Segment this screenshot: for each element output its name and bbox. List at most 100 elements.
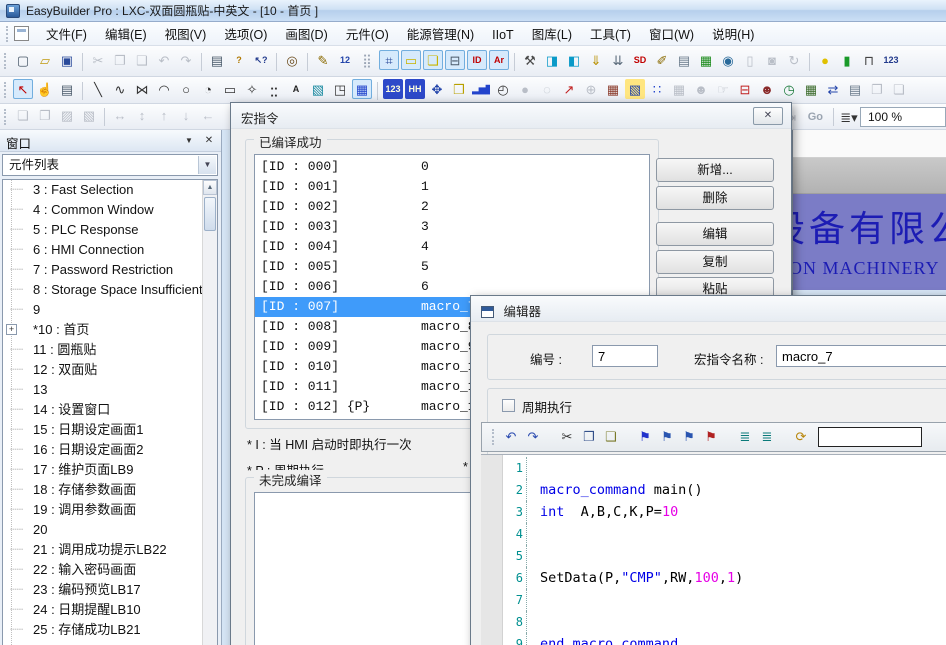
tree-item[interactable]: ┄┄7 : Password Restriction [3, 260, 217, 280]
csv-icon[interactable]: ▤ [674, 50, 694, 70]
chevron-down-icon[interactable]: ▼ [198, 156, 216, 174]
macro-list-row[interactable]: [ID : 004]4 [255, 237, 649, 257]
tree-item[interactable]: ┄┄16 : 日期设定画面2 [3, 440, 217, 460]
tree-item[interactable]: ┄┄15 : 日期设定画面1 [3, 420, 217, 440]
switch-icon[interactable]: ⊓ [859, 50, 879, 70]
find-icon[interactable]: ◎ [282, 50, 302, 70]
tree-item[interactable]: ┄┄19 : 调用参数画面 [3, 500, 217, 520]
menu-item[interactable]: 画图(D) [276, 25, 336, 45]
tree-item[interactable]: ┄┄3 : Fast Selection [3, 180, 217, 200]
properties-icon[interactable]: ▤ [57, 79, 77, 99]
new-macro-button[interactable]: 新增... [656, 158, 774, 182]
copy-macro-button[interactable]: 复制 [656, 250, 774, 274]
context-help-icon[interactable]: ↖? [251, 50, 271, 70]
menu-item[interactable]: 选项(O) [215, 25, 276, 45]
calendar-icon[interactable]: ▦ [801, 79, 821, 99]
editor-dialog-titlebar[interactable]: 编辑器 [471, 296, 946, 322]
edit-data-icon[interactable]: ✐ [652, 50, 672, 70]
tree-item[interactable]: ┄┄21 : 调用成功提示LB22 [3, 540, 217, 560]
indent-icon[interactable]: ≣ [757, 426, 777, 446]
tree-item[interactable]: ┄┄23 : 编码预览LB17 [3, 580, 217, 600]
bookmark-icon[interactable]: ⚑ [635, 426, 655, 446]
save-icon[interactable]: ▣ [57, 50, 77, 70]
tree-item[interactable]: ┄┄24 : 日期提醒LB10 [3, 600, 217, 620]
scroll-up-icon[interactable]: ▲ [203, 180, 217, 195]
replace-icon[interactable]: ⟳ [791, 426, 811, 446]
combo-button-icon[interactable]: ❒ [449, 79, 469, 99]
macro-list-row[interactable]: [ID : 002]2 [255, 197, 649, 217]
scatter-icon[interactable]: ∷ [647, 79, 667, 99]
tree-item[interactable]: ┄┄8 : Storage Space Insufficient [3, 280, 217, 300]
tree-item[interactable]: ┄┄6 : HMI Connection [3, 240, 217, 260]
grid-dots-icon[interactable]: ⣿ [357, 50, 377, 70]
freehand-icon[interactable]: ⣒ [264, 79, 284, 99]
polygon-icon[interactable]: ✧ [242, 79, 262, 99]
bezier-icon[interactable]: ∿ [110, 79, 130, 99]
recipe-icon[interactable]: ▦ [696, 50, 716, 70]
hand-icon[interactable]: ☝ [35, 79, 55, 99]
menu-item[interactable]: 能源管理(N) [398, 25, 483, 45]
window-fill-icon[interactable]: ▭ [401, 50, 421, 70]
tree-item[interactable]: ┄┄25 : 存储成功LB21 [3, 620, 217, 640]
sd-card-icon[interactable]: SD [630, 50, 650, 70]
bookmark-prev-icon[interactable]: ⚑ [679, 426, 699, 446]
pie-icon[interactable]: ◔ [198, 79, 218, 99]
circle-icon[interactable]: ○ [176, 79, 196, 99]
ascii-display-icon[interactable]: HH [405, 79, 425, 99]
delete-macro-button[interactable]: 删除 [656, 186, 774, 210]
text-icon[interactable]: A [286, 79, 306, 99]
macro-list-row[interactable]: [ID : 003]3 [255, 217, 649, 237]
copy-icon[interactable]: ❐ [579, 426, 599, 446]
picture-icon[interactable]: ▧ [308, 79, 328, 99]
expand-icon[interactable]: + [6, 324, 17, 335]
code-editor[interactable]: 12macro_command main()3int A,B,C,K,P=104… [481, 454, 946, 645]
numeric-icon[interactable]: 123 [881, 50, 901, 70]
download-pc-icon[interactable]: ⇊ [608, 50, 628, 70]
macro-list-row[interactable]: [ID : 000]0 [255, 157, 649, 177]
line-icon[interactable]: ╲ [88, 79, 108, 99]
tree-item[interactable]: ┄┄14 : 设置窗口 [3, 400, 217, 420]
outdent-icon[interactable]: ≣ [735, 426, 755, 446]
menu-item[interactable]: 图库(L) [523, 25, 581, 45]
new-file-icon[interactable]: ▢ [13, 50, 33, 70]
help-icon[interactable]: ? [229, 50, 249, 70]
menu-item[interactable]: 窗口(W) [640, 25, 703, 45]
arc-icon[interactable]: ◠ [154, 79, 174, 99]
menu-item[interactable]: IIoT [483, 25, 523, 45]
menu-item[interactable]: 工具(T) [581, 25, 640, 45]
operator-red-icon[interactable]: ☻ [757, 79, 777, 99]
pen-icon[interactable]: ✎ [313, 50, 333, 70]
bulb-icon[interactable]: ● [815, 50, 835, 70]
macro-dialog-titlebar[interactable]: 宏指令 ✕ [231, 103, 791, 129]
paste-icon[interactable]: ❑ [601, 426, 621, 446]
tree-item[interactable]: ┄┄20 [3, 520, 217, 540]
trend-display-icon[interactable]: ↗ [559, 79, 579, 99]
close-icon[interactable]: ✕ [753, 107, 783, 125]
menu-item[interactable]: 编辑(E) [96, 25, 156, 45]
bookmark-next-icon[interactable]: ⚑ [657, 426, 677, 446]
bookmark-clear-icon[interactable]: ⚑ [701, 426, 721, 446]
rect-icon[interactable]: ▭ [220, 79, 240, 99]
macro-list-row[interactable]: [ID : 005]5 [255, 257, 649, 277]
undo-icon[interactable]: ↶ [501, 426, 521, 446]
move-shape-icon[interactable]: ✥ [427, 79, 447, 99]
meter-display-icon[interactable]: ◴ [493, 79, 513, 99]
schedule-icon[interactable]: ◷ [779, 79, 799, 99]
zoom-combobox[interactable]: 100 % [860, 107, 946, 127]
periodic-checkbox[interactable] [502, 399, 515, 412]
date-icon[interactable]: 12 [335, 50, 355, 70]
tree-item[interactable]: ┄┄9 [3, 300, 217, 320]
bar-graph-icon[interactable]: ▂▅▇ [471, 79, 491, 99]
panel-collapse-icon[interactable]: ▼ [181, 134, 197, 148]
panel-close-icon[interactable]: ✕ [201, 134, 217, 148]
tree-item[interactable]: ┄┄4 : Common Window [3, 200, 217, 220]
compile-icon[interactable]: ⚒ [520, 50, 540, 70]
menu-item[interactable]: 元件(O) [337, 25, 398, 45]
tree-item[interactable]: ┄┄17 : 维护页面LB9 [3, 460, 217, 480]
hmi-search-icon[interactable]: ◉ [718, 50, 738, 70]
scrollbar-thumb[interactable] [204, 197, 216, 231]
document2-icon[interactable]: ▤ [845, 79, 865, 99]
windows-stack-icon[interactable]: ❏ [423, 50, 443, 70]
search-input[interactable] [818, 427, 922, 447]
edit-macro-button[interactable]: 编辑 [656, 222, 774, 246]
